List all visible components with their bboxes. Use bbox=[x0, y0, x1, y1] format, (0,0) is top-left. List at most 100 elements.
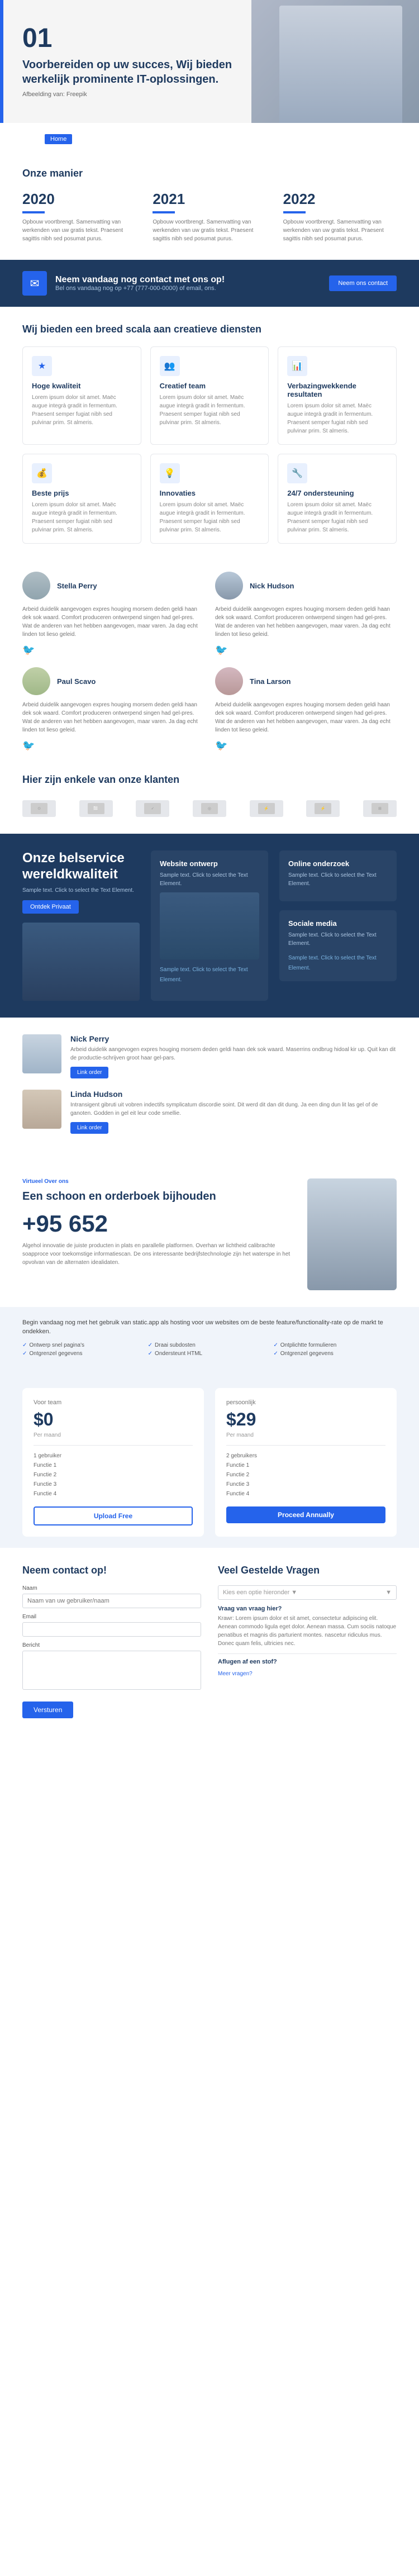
dark-service-item-sample-0: Sample text. Click to select the Text El… bbox=[160, 967, 248, 983]
team-name-1: Linda Hudson bbox=[70, 1090, 397, 1099]
check-icon-4: ✓ bbox=[148, 1351, 153, 1357]
pricing-feature-1-2: Functie 2 bbox=[226, 1470, 385, 1480]
pricing-type-0: Voor team bbox=[34, 1399, 193, 1406]
year-2022: 2022 Opbouw voortbrengt. Samenvatting va… bbox=[283, 191, 397, 243]
testimonial-header-2: Paul Scavo bbox=[22, 667, 204, 695]
form-group-message: Bericht bbox=[22, 1642, 201, 1693]
hosting-feature-0: ✓ Ontwerp snel pagina's bbox=[22, 1342, 146, 1348]
hosting-feature-label-2: Ontplichtte formulieren bbox=[280, 1342, 337, 1348]
faq-dropdown-label: Kies een optie hieronder ▼ bbox=[223, 1589, 297, 1596]
check-icon-0: ✓ bbox=[22, 1342, 27, 1348]
hero-number: 01 bbox=[22, 25, 235, 52]
service-title-1: Creatief team bbox=[160, 382, 260, 390]
pricing-divider-1 bbox=[226, 1445, 385, 1446]
virtual-number: +95 652 bbox=[22, 1210, 291, 1237]
pricing-feature-0-1: Functie 1 bbox=[34, 1461, 193, 1470]
pricing-feature-0-2: Functie 2 bbox=[34, 1470, 193, 1480]
year-2021: 2021 Opbouw voortbrengt. Samenvatting va… bbox=[153, 191, 266, 243]
faq-right: Veel Gestelde Vragen Kies een optie hier… bbox=[218, 1565, 397, 1718]
year-text-2022: Opbouw voortbrengt. Samenvatting van wer… bbox=[283, 218, 397, 243]
service-icon-0: ★ bbox=[32, 356, 52, 376]
dark-service-main-btn[interactable]: Ontdek Privaat bbox=[22, 900, 79, 914]
contact-banner-button[interactable]: Neem ons contact bbox=[329, 275, 397, 291]
hero-section: 01 Voorbereiden op uw succes, Wij bieden… bbox=[0, 0, 419, 123]
team-profiles-section: Nick Perry Arbeid duidelik aangevogen ex… bbox=[0, 1018, 419, 1162]
hosting-feature-label-3: Ontgrenzel gegevens bbox=[29, 1351, 82, 1357]
avatar-0 bbox=[22, 572, 50, 600]
hosting-feature-3: ✓ Ontgrenzel gegevens bbox=[22, 1351, 146, 1357]
contact-banner-left: ✉ Neem vandaag nog contact met ons op! B… bbox=[22, 271, 225, 296]
hosting-feature-label-4: Ondersteunt HTML bbox=[155, 1351, 202, 1357]
hero-title: Voorbereiden op uw succes, Wij bieden we… bbox=[22, 58, 235, 87]
form-group-name: Naam bbox=[22, 1585, 201, 1608]
faq-item-1: Aflugen af een stof? bbox=[218, 1658, 397, 1665]
faq-dropdown[interactable]: Kies een optie hieronder ▼ ▼ bbox=[218, 1585, 397, 1600]
clients-title: Hier zijn enkele van onze klanten bbox=[22, 774, 397, 786]
virtual-left: Virtueel Over ons Een schoon en orderboe… bbox=[22, 1178, 291, 1267]
dark-service-item-2: Sociale media Sample text. Click to sele… bbox=[279, 910, 397, 981]
faq-question-0: Vraag van vraag hier? bbox=[218, 1605, 397, 1612]
testimonial-0: Stella Perry Arbeid duidelik aangevogen … bbox=[22, 572, 204, 656]
pricing-feature-1-1: Functie 1 bbox=[226, 1461, 385, 1470]
pricing-btn-0[interactable]: Upload Free bbox=[34, 1506, 193, 1525]
check-icon-5: ✓ bbox=[273, 1351, 278, 1357]
contact-banner-title: Neem vandaag nog contact met ons op! bbox=[55, 275, 225, 285]
home-button[interactable]: Home bbox=[45, 134, 72, 144]
pricing-price-1: $29 bbox=[226, 1409, 385, 1430]
service-icon-4: 💡 bbox=[160, 463, 180, 483]
hosting-feature-5: ✓ Ontgrenzel gegevens bbox=[273, 1351, 397, 1357]
hosting-banner-text: Begin vandaag nog met het gebruik van st… bbox=[22, 1318, 397, 1337]
team-btn-0[interactable]: Link order bbox=[70, 1067, 108, 1078]
twitter-icon-3: 🐦 bbox=[215, 740, 397, 752]
year-bar-2021 bbox=[153, 211, 175, 213]
avatar-1 bbox=[215, 572, 243, 600]
testimonial-text-1: Arbeid duidelik aangevogen expres hougin… bbox=[215, 605, 397, 639]
team-avatar-1 bbox=[22, 1090, 61, 1129]
pricing-period-1: Per maand bbox=[226, 1432, 385, 1438]
dark-service-main-text: Sample text. Click to select the Text El… bbox=[22, 887, 140, 893]
year-label-2021: 2021 bbox=[153, 191, 266, 208]
testimonial-header-3: Tina Larson bbox=[215, 667, 397, 695]
faq-more-link[interactable]: Meer vragen? bbox=[218, 1671, 397, 1677]
team-name-0: Nick Perry bbox=[70, 1034, 397, 1043]
dark-service-item-title-2: Sociale media bbox=[288, 919, 388, 928]
dark-service-item-title-1: Online onderzoek bbox=[288, 859, 388, 868]
hosting-feature-label-5: Ontgrenzel gegevens bbox=[280, 1351, 334, 1357]
client-logo-3: ◎ bbox=[193, 800, 226, 817]
hosting-feature-4: ✓ Ondersteunt HTML bbox=[148, 1351, 272, 1357]
check-icon-2: ✓ bbox=[273, 1342, 278, 1348]
service-text-4: Lorem ipsum dolor sit amet. Maëc augue i… bbox=[160, 501, 260, 534]
hosting-feature-1: ✓ Draai subdosten bbox=[148, 1342, 272, 1348]
dark-service-item-0: Website ontwerp Sample text. Click to se… bbox=[151, 850, 268, 1001]
pricing-period-0: Per maand bbox=[34, 1432, 193, 1438]
dark-services-section: Onze belservice wereldkwaliteit Sample t… bbox=[0, 834, 419, 1018]
client-logo-6: ⊞ bbox=[363, 800, 397, 817]
testimonial-name-2: Paul Scavo bbox=[57, 677, 96, 686]
our-way-title: Onze manier bbox=[22, 168, 397, 179]
hosting-feature-label-0: Ontwerp snel pagina's bbox=[29, 1342, 84, 1348]
form-input-name[interactable] bbox=[22, 1594, 201, 1608]
team-btn-1[interactable]: Link order bbox=[70, 1122, 108, 1134]
check-icon-3: ✓ bbox=[22, 1351, 27, 1357]
contact-form-section: Neem contact op! Naam Email Bericht Vers… bbox=[0, 1548, 419, 1735]
form-label-message: Bericht bbox=[22, 1642, 201, 1648]
pricing-feature-0-0: 1 gebruiker bbox=[34, 1451, 193, 1461]
form-textarea-message[interactable] bbox=[22, 1651, 201, 1690]
pricing-btn-1[interactable]: Proceed Annually bbox=[226, 1506, 385, 1523]
pricing-feature-1-3: Functie 3 bbox=[226, 1480, 385, 1489]
year-text-2021: Opbouw voortbrengt. Samenvatting van wer… bbox=[153, 218, 266, 243]
testimonial-name-1: Nick Hudson bbox=[250, 582, 294, 590]
team-desc-0: Arbeid duidelik aangevogen expres hougin… bbox=[70, 1045, 397, 1062]
service-title-3: Beste prijs bbox=[32, 489, 132, 497]
form-input-email[interactable] bbox=[22, 1622, 201, 1637]
service-icon-3: 💰 bbox=[32, 463, 52, 483]
form-submit-button[interactable]: Versturen bbox=[22, 1702, 73, 1718]
years-row: 2020 Opbouw voortbrengt. Samenvatting va… bbox=[22, 191, 397, 243]
dark-services-right-col: Online onderzoek Sample text. Click to s… bbox=[279, 850, 397, 1001]
service-card-5: 🔧 24/7 ondersteuning Lorem ipsum dolor s… bbox=[278, 454, 397, 544]
faq-title: Veel Gestelde Vragen bbox=[218, 1565, 397, 1576]
client-logo-1: ⬜ bbox=[79, 800, 113, 817]
service-text-0: Lorem ipsum dolor sit amet. Maëc augue i… bbox=[32, 393, 132, 427]
form-label-email: Email bbox=[22, 1614, 201, 1620]
check-icon-1: ✓ bbox=[148, 1342, 153, 1348]
